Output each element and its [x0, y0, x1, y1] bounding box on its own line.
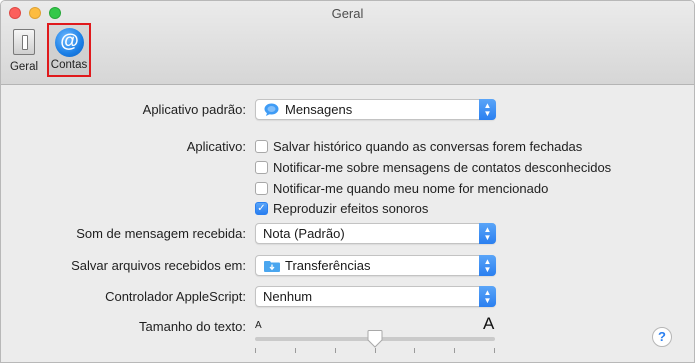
- text-size-min-label: A: [255, 320, 262, 331]
- checkbox-name-mentioned[interactable]: Notificar-me quando meu nome for mencion…: [255, 181, 548, 196]
- tab-geral[interactable]: Geral: [4, 23, 44, 77]
- slider-tick: [494, 348, 495, 353]
- folder-icon: [264, 261, 280, 272]
- sound-popup[interactable]: Nota (Padrão) ▲ ▼: [255, 223, 496, 244]
- checkbox-label: Salvar histórico quando as conversas for…: [273, 139, 583, 154]
- slider-tick: [414, 348, 415, 353]
- checkbox-box[interactable]: [255, 140, 268, 153]
- sound-value: Nota (Padrão): [263, 226, 345, 241]
- text-size-slider-thumb[interactable]: [367, 330, 383, 348]
- save-files-popup[interactable]: Transferências ▲ ▼: [255, 255, 496, 276]
- text-size-max-label: A: [483, 314, 495, 333]
- popup-arrows-icon: ▲ ▼: [479, 99, 496, 120]
- slider-tick: [255, 348, 256, 353]
- messages-icon: [264, 103, 279, 116]
- slider-tick: [335, 348, 336, 353]
- checkbox-unknown-contacts[interactable]: Notificar-me sobre mensagens de contatos…: [255, 160, 611, 175]
- text-size-label: Tamanho do texto:: [139, 319, 246, 334]
- tab-geral-label: Geral: [9, 61, 39, 73]
- applescript-value: Nenhum: [263, 289, 313, 304]
- applescript-label: Controlador AppleScript:: [105, 289, 246, 304]
- checkbox-save-history[interactable]: Salvar histórico quando as conversas for…: [255, 139, 582, 154]
- at-icon: @: [55, 28, 84, 57]
- sound-label: Som de mensagem recebida:: [76, 226, 246, 241]
- default-app-popup[interactable]: Mensagens ▲ ▼: [255, 99, 496, 120]
- checkbox-box[interactable]: [255, 161, 268, 174]
- tab-contas-label: Contas: [50, 59, 88, 71]
- text-size-ticks: [255, 348, 495, 354]
- help-button[interactable]: ?: [652, 327, 672, 347]
- app-options-label: Aplicativo:: [186, 139, 246, 154]
- settings-pane: Aplicativo padrão: Mensagens ▲ ▼ Aplicati…: [1, 86, 694, 362]
- default-app-label: Aplicativo padrão:: [142, 102, 246, 117]
- toolbar: Geral Geral @ Contas: [1, 1, 694, 85]
- slider-tick: [454, 348, 455, 353]
- checkbox-label: Notificar-me sobre mensagens de contatos…: [273, 160, 612, 175]
- preferences-window: Geral Geral @ Contas Aplicativo padrão: …: [0, 0, 695, 363]
- tab-contas[interactable]: @ Contas: [47, 23, 91, 77]
- applescript-popup[interactable]: Nenhum ▲ ▼: [255, 286, 496, 307]
- window-title: Geral: [331, 6, 364, 21]
- slider-tick: [295, 348, 296, 353]
- popup-arrows-icon: ▲ ▼: [479, 255, 496, 276]
- checkbox-sound-effects[interactable]: ✓ Reproduzir efeitos sonoros: [255, 201, 428, 216]
- slider-tick: [375, 348, 376, 353]
- default-app-value: Mensagens: [285, 102, 353, 117]
- checkbox-label: Reproduzir efeitos sonoros: [273, 201, 429, 216]
- switch-icon: [13, 29, 35, 55]
- save-files-label: Salvar arquivos recebidos em:: [71, 258, 246, 273]
- save-files-value: Transferências: [285, 258, 371, 273]
- checkbox-label: Notificar-me quando meu nome for mencion…: [273, 181, 549, 196]
- popup-arrows-icon: ▲ ▼: [479, 286, 496, 307]
- checkbox-box[interactable]: [255, 182, 268, 195]
- checkmark-icon[interactable]: ✓: [255, 202, 268, 215]
- popup-arrows-icon: ▲ ▼: [479, 223, 496, 244]
